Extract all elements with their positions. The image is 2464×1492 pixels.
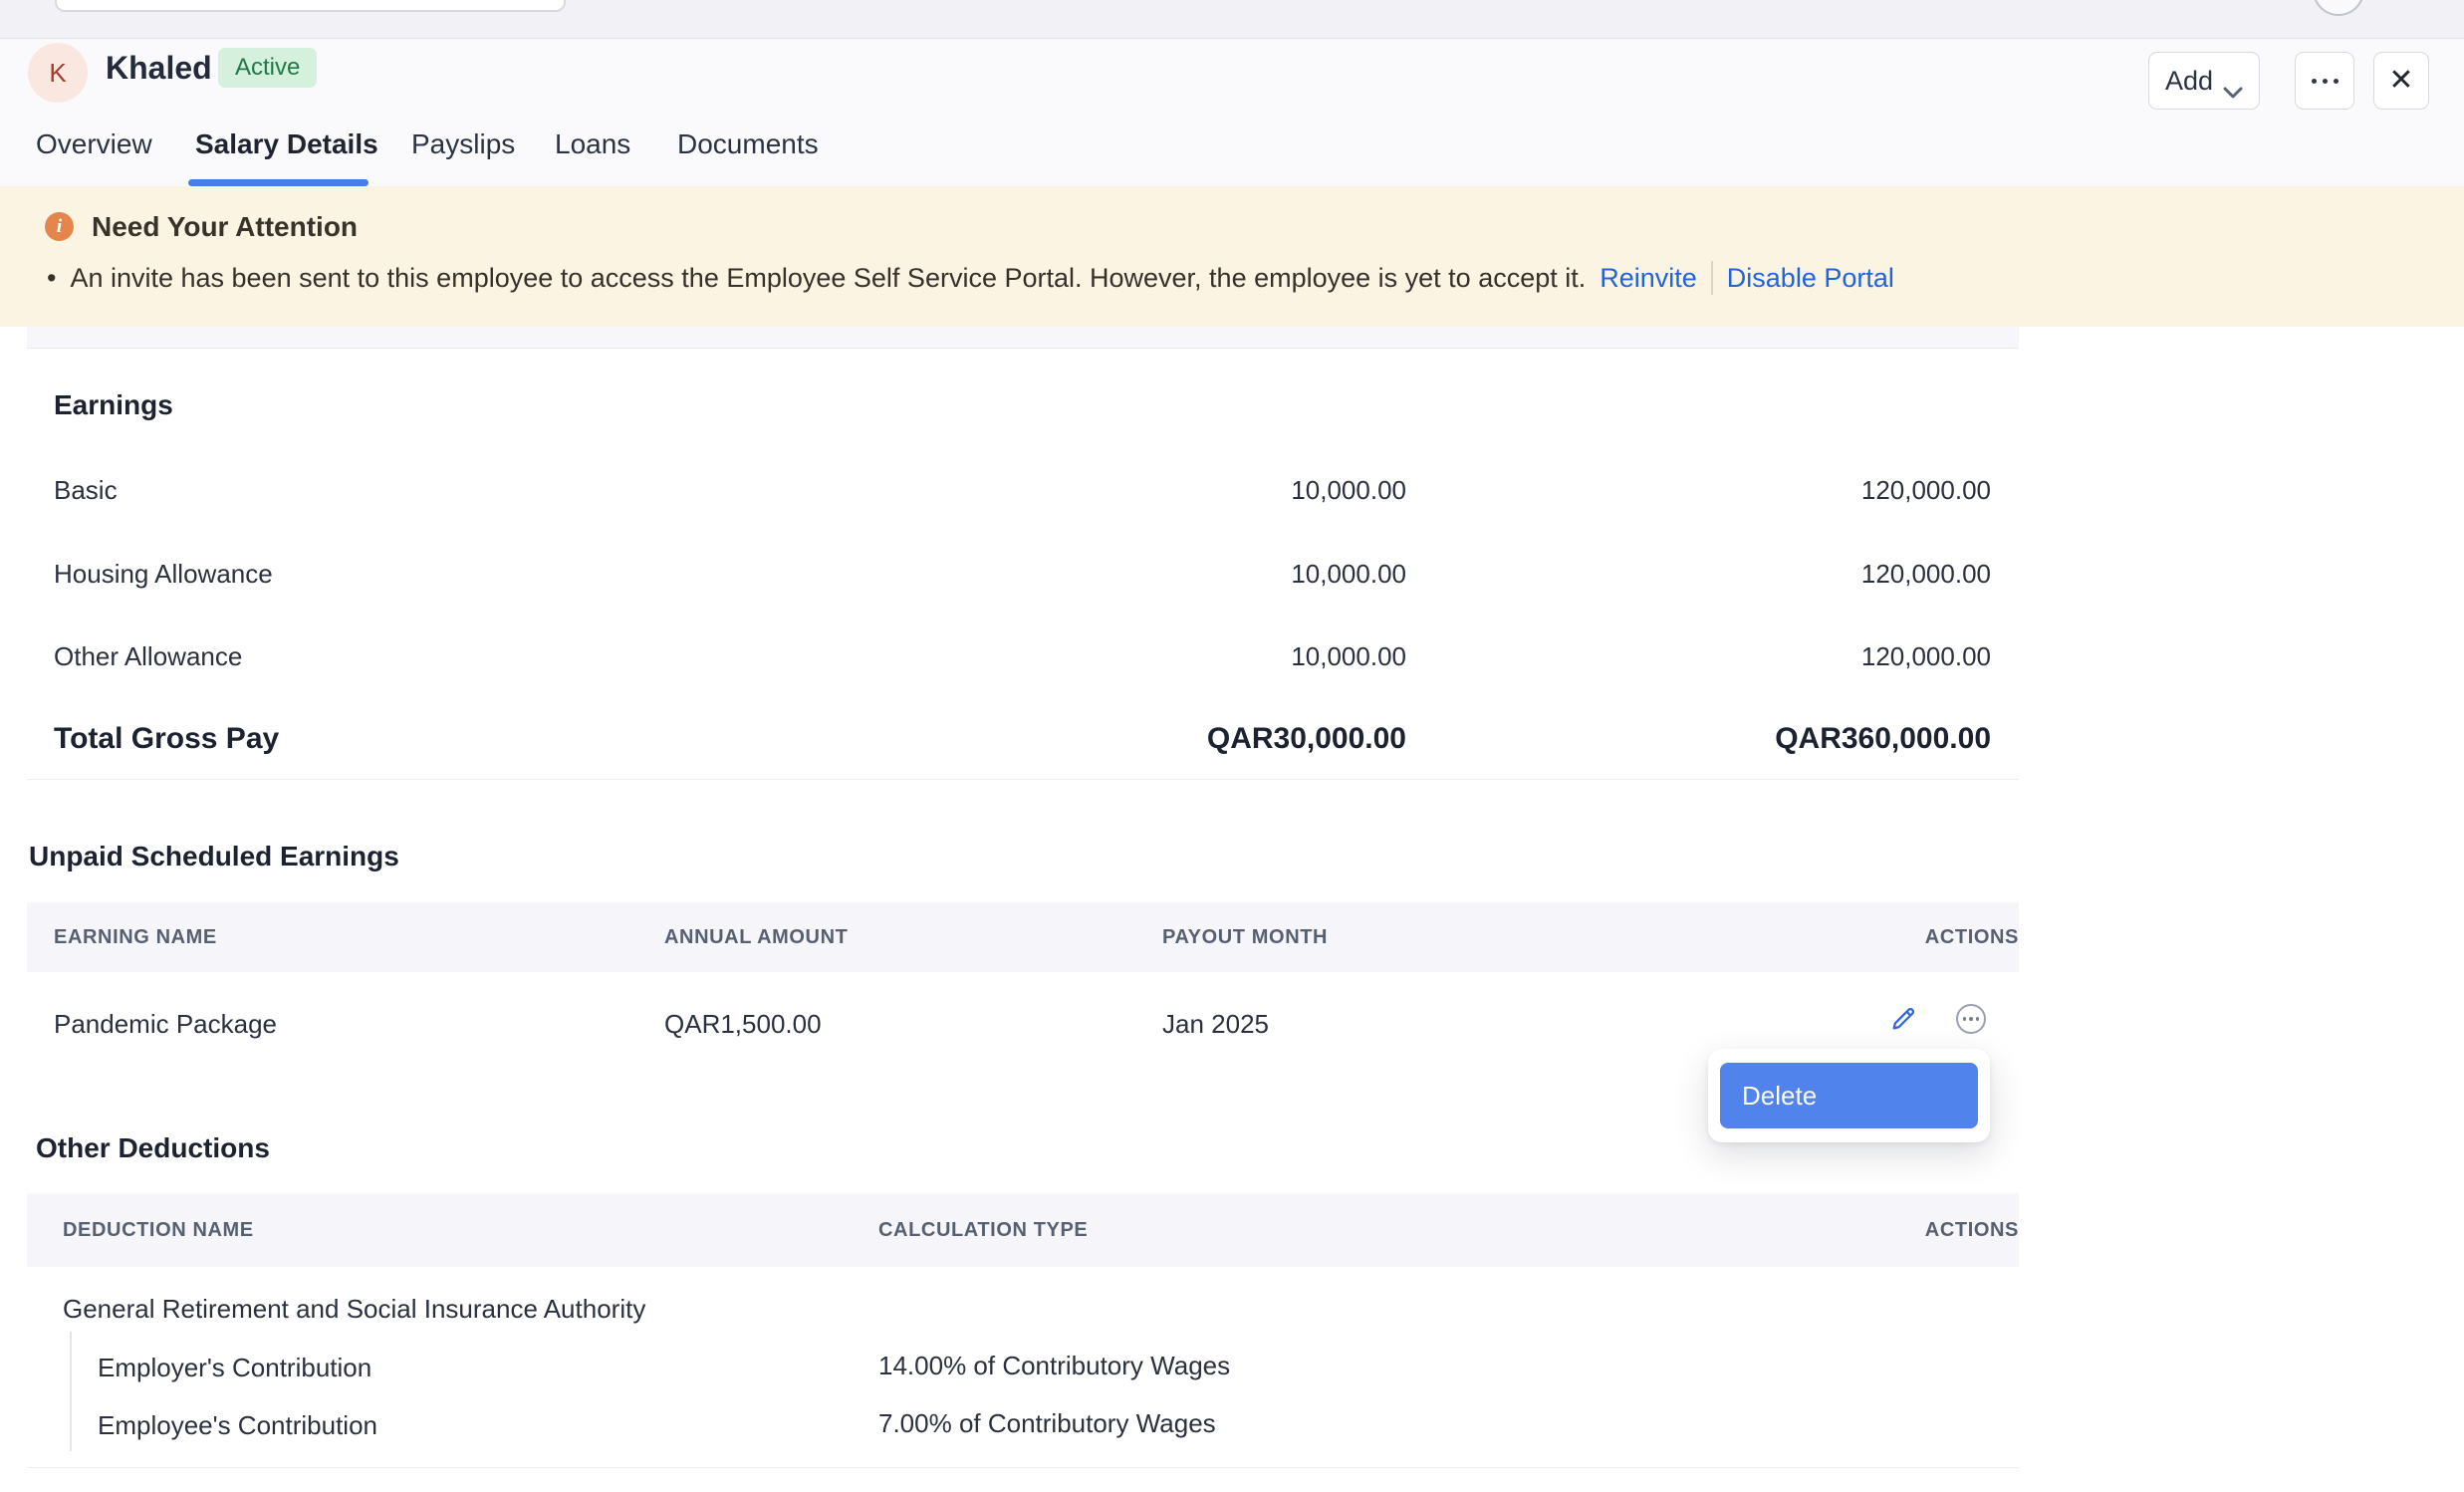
earning-row-annual: 120,000.00 [1394,641,1991,672]
active-tab-underline [188,179,369,186]
deduction-row-calc: 14.00% of Contributory Wages [878,1351,1230,1381]
edit-button[interactable] [1888,1004,1918,1034]
status-badge: Active [218,48,317,88]
employee-avatar: K [28,43,88,103]
col-actions: ACTIONS [1720,1193,2019,1267]
earnings-heading: Earnings [54,389,173,421]
deduction-row-name: Employee's Contribution [98,1410,377,1441]
disable-portal-link[interactable]: Disable Portal [1727,263,1894,294]
tab-loans[interactable]: Loans [555,128,630,160]
pencil-icon [1888,1021,1918,1038]
unpaid-row-amount: QAR1,500.00 [664,1009,822,1040]
employee-header: K Khaled Active Add ✕ Overview Salary De… [0,39,2464,186]
earning-row-monthly: 10,000.00 [896,475,1406,506]
tab-overview[interactable]: Overview [36,128,152,160]
banner-title: Need Your Attention [92,211,358,243]
ellipsis-icon [1963,1017,1967,1021]
add-button-label: Add [2165,66,2213,97]
attention-banner: i Need Your Attention • An invite has be… [0,186,2464,327]
earning-row-annual: 120,000.00 [1394,559,1991,590]
more-options-button[interactable] [2295,52,2354,110]
ellipsis-icon [2312,79,2339,84]
col-payout-month: PAYOUT MONTH [1162,902,1328,972]
deduction-row-name: Employer's Contribution [98,1353,371,1383]
unpaid-row-name: Pandemic Package [54,1009,277,1040]
col-actions: ACTIONS [1720,902,2019,972]
col-annual-amount: ANNUAL AMOUNT [664,902,848,972]
close-button[interactable]: ✕ [2373,52,2429,110]
bottom-divider [27,1467,2019,1468]
tab-salary-details[interactable]: Salary Details [195,128,378,160]
user-avatar[interactable] [2313,0,2364,16]
earning-row-label: Housing Allowance [54,559,273,590]
earning-row-label: Other Allowance [54,641,242,672]
earning-row-label: Basic [54,475,118,506]
deduction-row-calc: 7.00% of Contributory Wages [878,1408,1216,1439]
col-earning-name: EARNING NAME [54,902,217,972]
deduction-group-name: General Retirement and Social Insurance … [63,1294,645,1325]
section-divider [27,779,2019,780]
total-gross-pay-monthly: QAR30,000.00 [896,722,1406,756]
unpaid-scheduled-earnings-heading: Unpaid Scheduled Earnings [29,841,399,872]
earning-row-monthly: 10,000.00 [896,559,1406,590]
tab-payslips[interactable]: Payslips [411,128,515,160]
link-separator [1711,261,1713,295]
total-gross-pay-annual: QAR360,000.00 [1394,722,1991,756]
search-input[interactable] [55,0,566,12]
employee-salary-details-screen: K Khaled Active Add ✕ Overview Salary De… [0,0,2464,1492]
actions-menu: Delete [1708,1049,1990,1142]
banner-message: An invite has been sent to this employee… [70,263,1586,294]
banner-bullet: • [47,263,56,294]
scrolled-section-partial [27,327,2019,349]
delete-menu-item[interactable]: Delete [1720,1063,1978,1128]
other-deductions-heading: Other Deductions [36,1132,270,1164]
deductions-table-header: DEDUCTION NAME CALCULATION TYPE ACTIONS [27,1193,2019,1267]
close-icon: ✕ [2388,66,2413,96]
total-gross-pay-label: Total Gross Pay [54,722,279,756]
employee-name: Khaled [106,50,212,87]
unpaid-row-month: Jan 2025 [1162,1009,1269,1040]
row-more-button[interactable] [1956,1004,1986,1034]
tab-documents[interactable]: Documents [677,128,819,160]
info-icon: i [45,212,74,241]
earning-row-annual: 120,000.00 [1394,475,1991,506]
col-deduction-name: DEDUCTION NAME [63,1193,254,1267]
indent-guide [70,1332,72,1451]
reinvite-link[interactable]: Reinvite [1600,263,1697,294]
earning-row-monthly: 10,000.00 [896,641,1406,672]
add-button[interactable]: Add [2148,52,2260,110]
top-app-strip [0,0,2464,39]
chevron-down-icon [2223,75,2243,87]
col-calculation-type: CALCULATION TYPE [878,1193,1088,1267]
unpaid-table-header: EARNING NAME ANNUAL AMOUNT PAYOUT MONTH … [27,902,2019,972]
